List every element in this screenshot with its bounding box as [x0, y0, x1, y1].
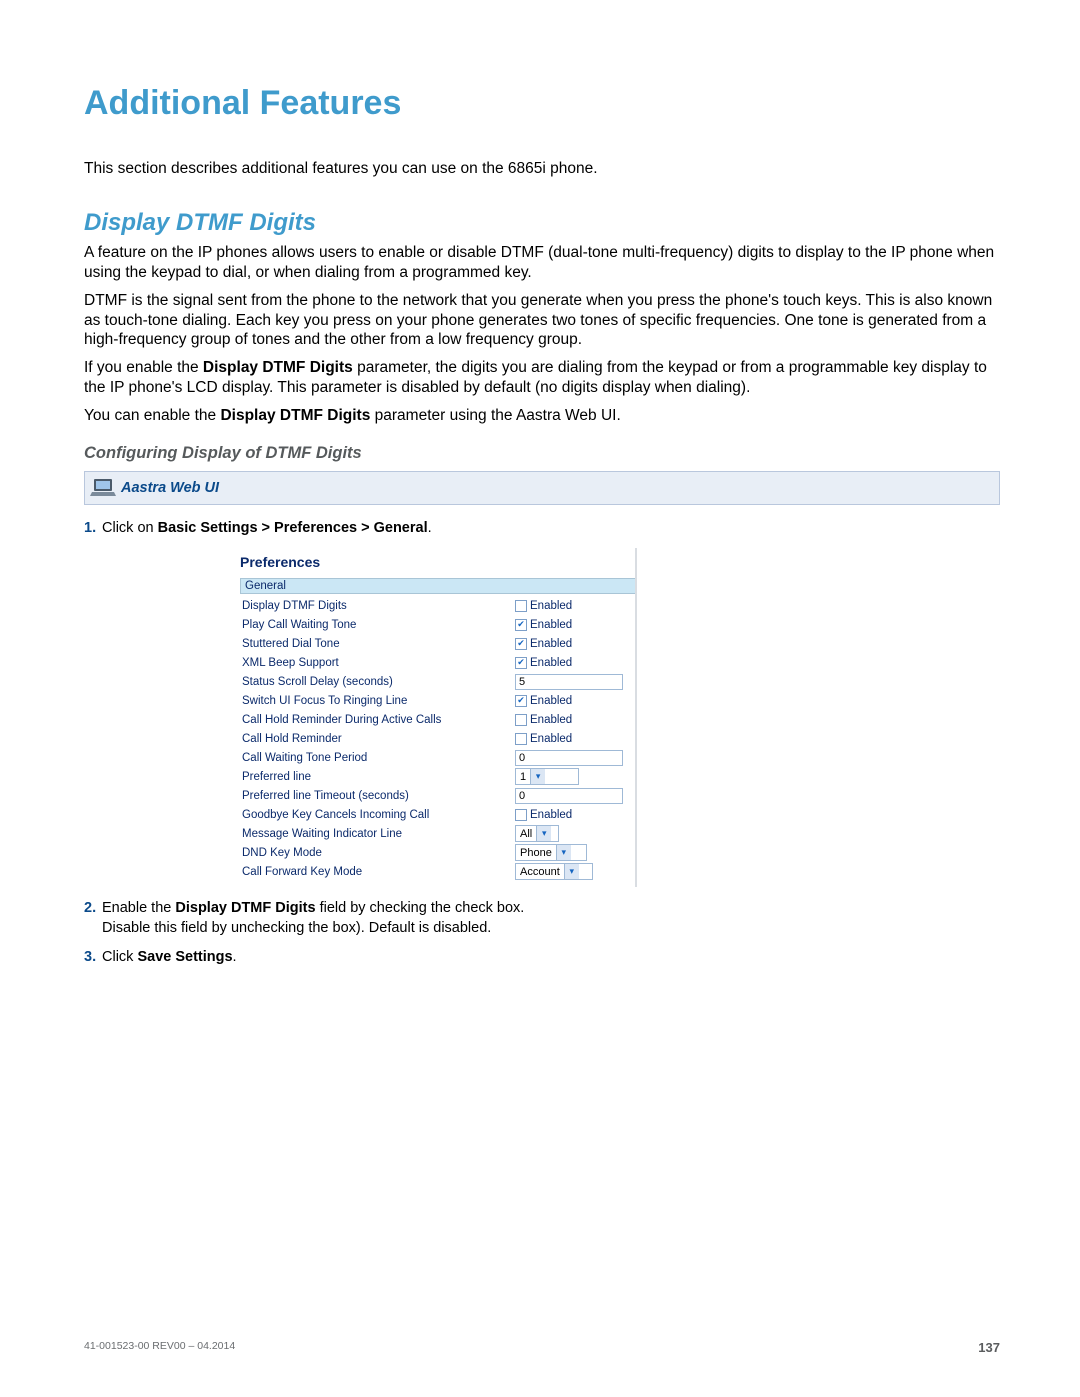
pref-label: Goodbye Key Cancels Incoming Call — [240, 809, 515, 821]
checkbox[interactable] — [515, 619, 527, 631]
text: If you enable the — [84, 359, 203, 376]
select-value: Account — [516, 866, 564, 878]
enabled-label: Enabled — [530, 600, 572, 612]
text: field by checking the check box. — [316, 900, 525, 916]
text-bold: Display DTMF Digits — [175, 900, 315, 916]
pref-row: DND Key Mode Phone▾ — [240, 843, 635, 862]
paragraph-4: You can enable the Display DTMF Digits p… — [84, 406, 1000, 426]
pref-row: Play Call Waiting Tone Enabled — [240, 615, 635, 634]
text: Enable the — [102, 900, 175, 916]
checkbox[interactable] — [515, 600, 527, 612]
paragraph-2: DTMF is the signal sent from the phone t… — [84, 291, 1000, 350]
enabled-label: Enabled — [530, 619, 572, 631]
pref-row: XML Beep Support Enabled — [240, 653, 635, 672]
select-value: All — [516, 828, 536, 840]
paragraph-3: If you enable the Display DTMF Digits pa… — [84, 358, 1000, 398]
enabled-label: Enabled — [530, 657, 572, 669]
checkbox[interactable] — [515, 733, 527, 745]
pref-row: Goodbye Key Cancels Incoming Call Enable… — [240, 805, 635, 824]
pref-row: Message Waiting Indicator Line All▾ — [240, 824, 635, 843]
pref-label: Call Forward Key Mode — [240, 866, 515, 878]
checkbox[interactable] — [515, 638, 527, 650]
page-title: Additional Features — [84, 84, 1000, 123]
pref-row: Call Hold Reminder During Active Calls E… — [240, 710, 635, 729]
select[interactable]: Account▾ — [515, 863, 593, 880]
preferences-title: Preferences — [240, 554, 635, 570]
pref-label: XML Beep Support — [240, 657, 515, 669]
footer-docid: 41-001523-00 REV00 – 04.2014 — [84, 1340, 235, 1355]
preferences-screenshot: Preferences General Display DTMF Digits … — [240, 548, 637, 887]
text-input[interactable] — [515, 750, 623, 766]
checkbox[interactable] — [515, 657, 527, 669]
intro-text: This section describes additional featur… — [84, 159, 1000, 179]
text: . — [428, 520, 432, 536]
text-bold: Save Settings — [137, 949, 232, 965]
step-2: Enable the Display DTMF Digits field by … — [84, 899, 1000, 938]
checkbox[interactable] — [515, 809, 527, 821]
text: Click on — [102, 520, 158, 536]
pref-label: Preferred line Timeout (seconds) — [240, 790, 515, 802]
chevron-down-icon: ▾ — [530, 769, 545, 784]
paragraph-1: A feature on the IP phones allows users … — [84, 243, 1000, 283]
text-bold: Display DTMF Digits — [203, 359, 353, 376]
aastra-web-ui-bar: Aastra Web UI — [84, 471, 1000, 505]
pref-label: Display DTMF Digits — [240, 600, 515, 612]
pref-row: Preferred line Timeout (seconds) — [240, 786, 635, 805]
select-value: 1 — [516, 771, 530, 783]
pref-label: Play Call Waiting Tone — [240, 619, 515, 631]
pref-label: DND Key Mode — [240, 847, 515, 859]
enabled-label: Enabled — [530, 695, 572, 707]
aastra-web-ui-label: Aastra Web UI — [121, 480, 219, 496]
pref-row: Call Forward Key Mode Account▾ — [240, 862, 635, 881]
text: . — [233, 949, 237, 965]
pref-label: Message Waiting Indicator Line — [240, 828, 515, 840]
step-1: Click on Basic Settings > Preferences > … — [84, 519, 1000, 539]
pref-label: Call Waiting Tone Period — [240, 752, 515, 764]
pref-label: Call Hold Reminder — [240, 733, 515, 745]
select[interactable]: 1▾ — [515, 768, 579, 785]
subsection-heading: Configuring Display of DTMF Digits — [84, 444, 1000, 463]
enabled-label: Enabled — [530, 714, 572, 726]
text-bold: Display DTMF Digits — [220, 407, 370, 424]
step-2-line2: Disable this field by unchecking the box… — [102, 919, 1000, 939]
pref-row: Switch UI Focus To Ringing Line Enabled — [240, 691, 635, 710]
general-section-header: General — [240, 578, 635, 594]
chevron-down-icon: ▾ — [564, 864, 579, 879]
page-number: 137 — [978, 1340, 1000, 1355]
enabled-label: Enabled — [530, 733, 572, 745]
step-3: Click Save Settings. — [84, 948, 1000, 968]
select[interactable]: Phone▾ — [515, 844, 587, 861]
chevron-down-icon: ▾ — [536, 826, 551, 841]
checkbox[interactable] — [515, 695, 527, 707]
laptop-icon — [85, 471, 121, 505]
pref-row: Status Scroll Delay (seconds) — [240, 672, 635, 691]
pref-row: Stuttered Dial Tone Enabled — [240, 634, 635, 653]
checkbox[interactable] — [515, 714, 527, 726]
enabled-label: Enabled — [530, 809, 572, 821]
section-heading: Display DTMF Digits — [84, 209, 1000, 237]
text-bold: Basic Settings > Preferences > General — [158, 520, 428, 536]
text: parameter using the Aastra Web UI. — [370, 407, 620, 424]
select[interactable]: All▾ — [515, 825, 559, 842]
pref-row: Call Waiting Tone Period — [240, 748, 635, 767]
text: You can enable the — [84, 407, 220, 424]
pref-label: Switch UI Focus To Ringing Line — [240, 695, 515, 707]
text-input[interactable] — [515, 674, 623, 690]
pref-label: Preferred line — [240, 771, 515, 783]
select-value: Phone — [516, 847, 556, 859]
pref-row: Call Hold Reminder Enabled — [240, 729, 635, 748]
page-footer: 41-001523-00 REV00 – 04.2014 137 — [84, 1340, 1000, 1355]
pref-label: Call Hold Reminder During Active Calls — [240, 714, 515, 726]
pref-row: Preferred line 1▾ — [240, 767, 635, 786]
pref-label: Stuttered Dial Tone — [240, 638, 515, 650]
text-input[interactable] — [515, 788, 623, 804]
enabled-label: Enabled — [530, 638, 572, 650]
text: Click — [102, 949, 137, 965]
pref-row: Display DTMF Digits Enabled — [240, 596, 635, 615]
pref-label: Status Scroll Delay (seconds) — [240, 676, 515, 688]
chevron-down-icon: ▾ — [556, 845, 571, 860]
